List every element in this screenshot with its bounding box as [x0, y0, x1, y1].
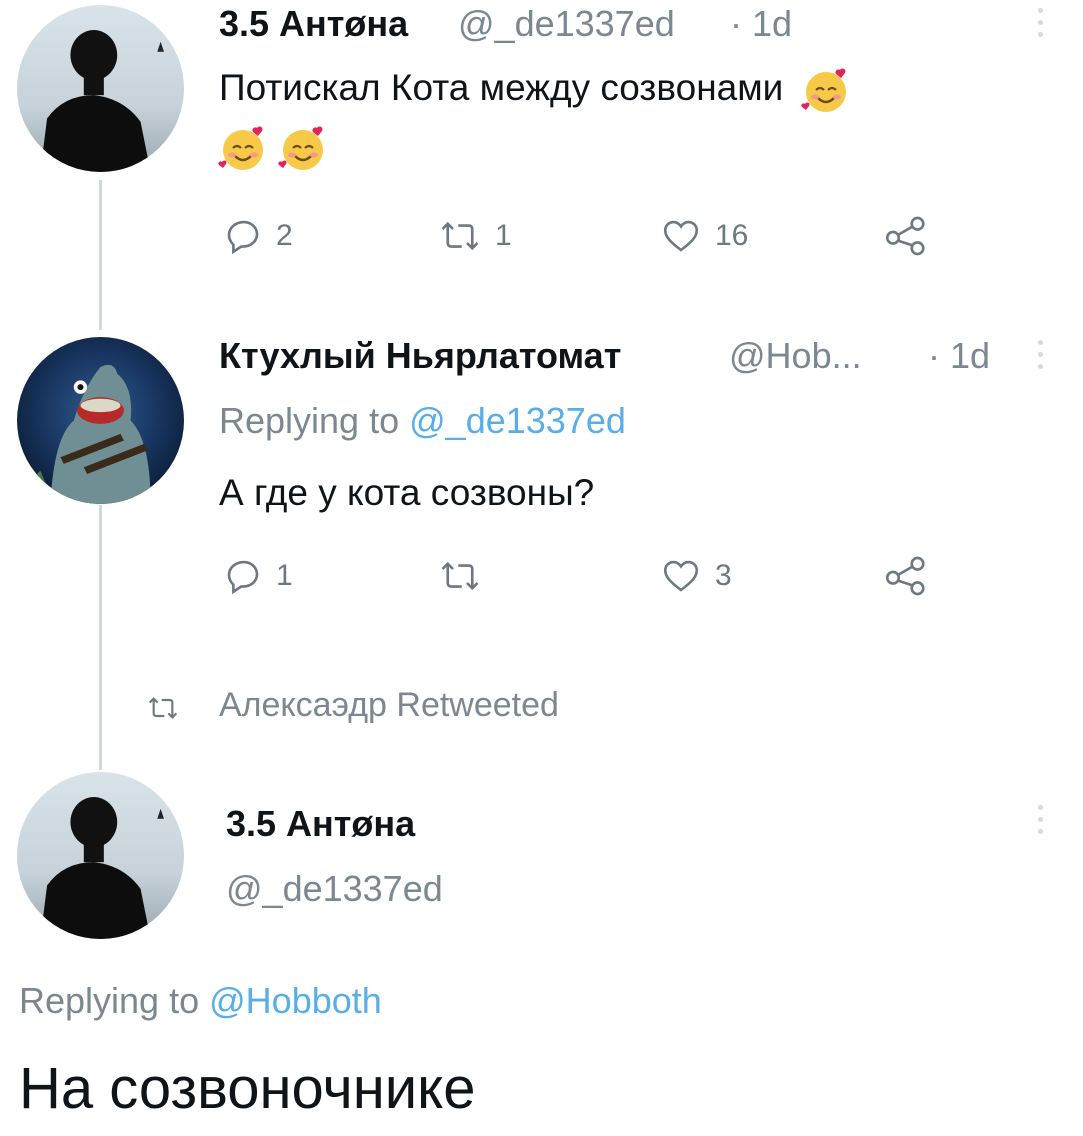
tweet1-like-count: 16	[715, 219, 749, 252]
avatar-anton[interactable]	[17, 772, 184, 939]
tweet1-retweet-count: 1	[495, 219, 512, 252]
tweet3-display-name[interactable]: 3.5 Антøна	[226, 803, 415, 845]
more-vertical-icon[interactable]	[1038, 8, 1044, 44]
tweet2-reply-count: 1	[276, 559, 293, 592]
tweet1-reply-count: 2	[276, 219, 293, 252]
tweet2-reply-button[interactable]: 1	[222, 555, 293, 597]
tweet2-replying-line: Replying to @_de1337ed	[219, 400, 626, 442]
tweet1-text: Потискал Кота между созвонами	[219, 66, 784, 108]
tweet2-handle[interactable]: @Hob...	[729, 335, 862, 377]
avatar-ktukhly[interactable]	[17, 337, 184, 504]
tweet1-like-button[interactable]: 16	[659, 215, 748, 257]
tweet1-share-button[interactable]	[882, 215, 932, 257]
tweet3-replying-handle[interactable]: @Hobboth	[209, 980, 382, 1021]
tweet2-replying-handle[interactable]: @_de1337ed	[409, 400, 626, 441]
tweet2-replying-label: Replying to	[219, 400, 400, 441]
retweet-banner-text[interactable]: Алексаэдр Retweeted	[219, 686, 559, 725]
retweet-icon	[441, 221, 479, 251]
tweet1-time[interactable]: · 1d	[730, 3, 792, 45]
tweet1-handle[interactable]: @_de1337ed	[458, 3, 675, 45]
tweet2-display-name[interactable]: Ктухлый Ньярлатомат	[219, 335, 621, 377]
smiling-face-with-hearts-icon	[278, 126, 324, 170]
heart-icon	[663, 560, 699, 592]
thread-line-1	[99, 180, 102, 330]
avatar-anton[interactable]	[17, 5, 184, 172]
tweet3-text: На созвоночнике	[19, 1056, 476, 1121]
retweet-icon	[148, 697, 178, 719]
heart-icon	[663, 220, 699, 252]
smiling-face-with-hearts-icon	[218, 126, 263, 170]
tweet2-like-count: 3	[715, 559, 732, 592]
more-vertical-icon[interactable]	[1038, 805, 1044, 841]
retweet-icon	[441, 561, 479, 591]
smiling-face-with-hearts-icon	[800, 68, 846, 112]
tweet2-text: А где у кота созвоны?	[219, 472, 595, 513]
reply-icon	[227, 220, 259, 255]
tweet1-text-line: Потискал Кота между созвонами	[219, 64, 852, 116]
share-icon	[885, 216, 925, 256]
tweet2-time[interactable]: · 1d	[928, 335, 990, 377]
tweet3-replying-line: Replying to @Hobboth	[19, 980, 382, 1022]
tweet2-like-button[interactable]: 3	[659, 555, 732, 597]
tweet1-emoji-line	[217, 122, 329, 174]
share-icon	[885, 556, 925, 596]
tweet1-display-name[interactable]: 3.5 Антøна	[219, 3, 408, 45]
reply-icon	[227, 560, 259, 595]
tweet1-reply-button[interactable]: 2	[222, 215, 293, 257]
tweet2-share-button[interactable]	[882, 555, 932, 597]
tweet3-replying-label: Replying to	[19, 980, 200, 1021]
more-vertical-icon[interactable]	[1038, 340, 1044, 376]
thread-line-2	[99, 505, 102, 770]
tweet1-retweet-button[interactable]: 1	[437, 215, 512, 257]
tweet3-handle[interactable]: @_de1337ed	[226, 868, 443, 910]
tweet2-retweet-button[interactable]	[437, 555, 495, 597]
